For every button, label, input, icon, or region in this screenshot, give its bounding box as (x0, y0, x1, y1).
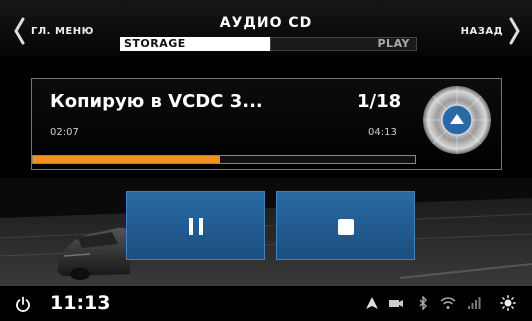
back-label: НАЗАД (460, 25, 503, 37)
status-bar: 11:13 (0, 286, 532, 321)
source-tab-bar: STORAGE PLAY (120, 37, 417, 51)
top-bar: ГЛ. МЕНЮ АУДИО CD STORAGE PLAY НАЗАД (0, 0, 532, 56)
eject-disc-icon[interactable] (422, 85, 492, 155)
chevron-right-icon (509, 17, 520, 45)
brightness-icon[interactable] (500, 295, 516, 311)
navigation-arrow-icon (366, 297, 378, 309)
page-title: АУДИО CD (219, 15, 313, 31)
back-button[interactable]: НАЗАД (455, 14, 520, 48)
pause-icon (189, 218, 203, 235)
camera-icon (389, 300, 403, 307)
progress-bar[interactable] (32, 155, 416, 164)
track-title: Копирую в VCDC 3... (50, 91, 263, 112)
tab-play[interactable]: PLAY (270, 37, 417, 51)
now-playing-panel: Копирую в VCDC 3... 1/18 02:07 04:13 (31, 78, 502, 170)
cellular-3g-icon (468, 297, 481, 309)
progress-bar-fill (33, 156, 221, 163)
bluetooth-icon (419, 296, 427, 310)
tab-storage[interactable]: STORAGE (120, 37, 270, 51)
power-icon[interactable] (15, 296, 31, 312)
background-car-image (0, 178, 532, 286)
stop-icon (338, 219, 354, 235)
pause-button[interactable] (126, 191, 265, 260)
clock: 11:13 (50, 292, 111, 314)
wifi-icon (440, 297, 456, 309)
elapsed-time: 02:07 (50, 127, 79, 138)
stop-button[interactable] (276, 191, 415, 260)
track-number: 1/18 (357, 91, 402, 112)
total-time: 04:13 (368, 127, 397, 138)
